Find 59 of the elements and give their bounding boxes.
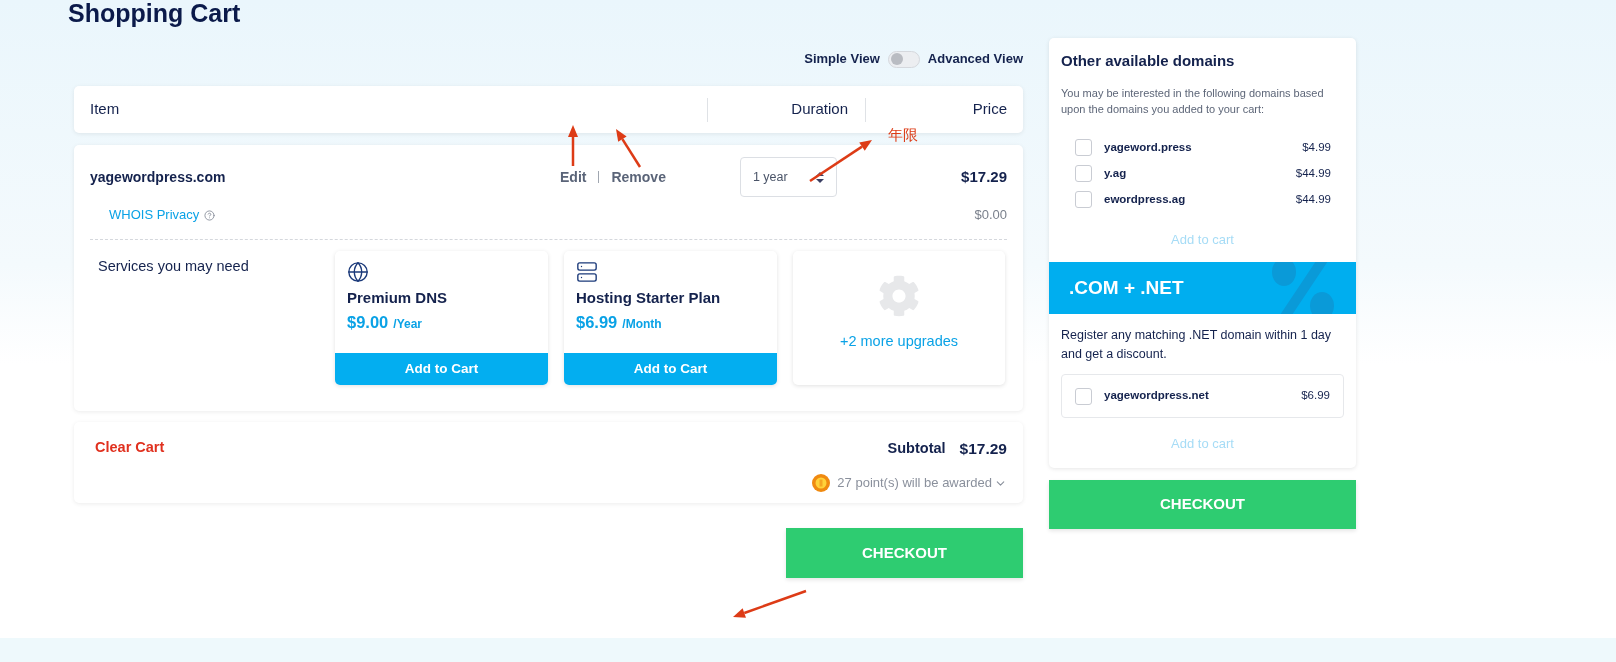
whois-link[interactable]: WHOIS Privacy xyxy=(109,205,200,225)
help-icon xyxy=(204,209,216,221)
column-header: Duration xyxy=(790,99,849,120)
domain-name: yageword.press xyxy=(1104,139,1192,155)
addon-price: $0.00 xyxy=(974,206,1007,225)
domain-name: y.ag xyxy=(1104,165,1127,181)
edit-link[interactable]: Edit xyxy=(560,166,587,188)
server-icon xyxy=(576,261,598,283)
column-header: Item xyxy=(89,99,121,120)
domain-price: $6.99 xyxy=(1301,388,1330,404)
domain-name: yagewordpress.net xyxy=(1104,388,1209,404)
service-price: $9.00 xyxy=(347,311,389,333)
points-note: 27 point(s) will be awarded xyxy=(837,474,992,493)
remove-link[interactable]: Remove xyxy=(611,166,666,188)
section-heading: Services you may need xyxy=(98,257,250,276)
annotation-arrow xyxy=(568,125,578,166)
promo-text: Register any matching .NET domain within 1 day and get a discount. xyxy=(1061,327,1333,363)
coin-icon xyxy=(812,474,831,492)
upgrades-card[interactable]: +2 more upgrades xyxy=(793,251,1005,385)
service-price: $6.99 xyxy=(576,311,618,333)
annotation-arrow xyxy=(809,140,872,183)
domain-price: $44.99 xyxy=(1295,165,1331,181)
add-to-cart-button[interactable]: Add to Cart xyxy=(564,353,777,385)
add-to-cart-button[interactable]: Add to cart xyxy=(1171,229,1234,249)
sort-icon xyxy=(815,171,824,183)
domain-name: yagewordpress.com xyxy=(90,167,227,187)
checkbox[interactable] xyxy=(1075,191,1092,208)
page-title: Shopping Cart xyxy=(68,0,241,26)
service-name: Hosting Starter Plan xyxy=(576,288,722,308)
domain-price: $44.99 xyxy=(1295,191,1331,207)
subtotal-label: Subtotal xyxy=(887,438,946,458)
more-upgrades-link[interactable]: +2 more upgrades xyxy=(839,331,959,353)
subtotal-amount: $17.29 xyxy=(959,439,1007,459)
sidebar-description: You may be interested in the following domains based upon the domains you added to your cart: xyxy=(1061,85,1325,117)
price-period: /Year xyxy=(393,315,422,333)
column-header: Price xyxy=(971,99,1008,120)
checkout-button[interactable]: CHECKOUT xyxy=(786,528,1023,578)
toggle-label: Advanced View xyxy=(927,50,1023,69)
service-name: Premium DNS xyxy=(347,288,449,308)
add-to-cart-button[interactable]: Add to cart xyxy=(1171,434,1234,454)
price-period: /Month xyxy=(622,315,662,333)
duration-select[interactable]: 1 year xyxy=(739,157,837,197)
clear-cart-link[interactable]: Clear Cart xyxy=(95,437,165,459)
upgrade-gear-icon xyxy=(878,275,920,317)
checkout-button[interactable]: CHECKOUT xyxy=(1049,479,1356,529)
view-toggle[interactable] xyxy=(887,50,920,68)
checkbox[interactable] xyxy=(1075,387,1092,405)
domain-price: $4.99 xyxy=(1302,139,1331,155)
add-to-cart-button[interactable]: Add to Cart xyxy=(335,353,548,385)
item-price: $17.29 xyxy=(961,166,1007,187)
sidebar-title: Other available domains xyxy=(1061,51,1236,71)
checkbox[interactable] xyxy=(1075,165,1092,182)
promo-title: .COM + .NET xyxy=(1069,275,1184,300)
annotation-label: 年限 xyxy=(888,125,918,145)
checkbox[interactable] xyxy=(1075,139,1092,156)
toggle-label: Simple View xyxy=(804,50,880,69)
annotation-arrow xyxy=(616,129,642,168)
globe-icon xyxy=(347,261,369,283)
domain-name: ewordpress.ag xyxy=(1104,191,1186,207)
